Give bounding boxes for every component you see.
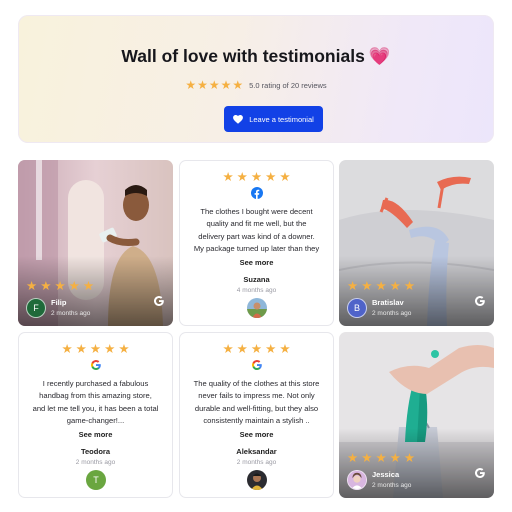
page-title-text: Wall of love with testimonials (121, 46, 365, 66)
avatar (347, 470, 367, 490)
star-icon: ★ (236, 170, 248, 184)
reviewer-name: Suzana (243, 275, 270, 284)
star-icon: ★ (375, 279, 387, 293)
star-icon: ★ (375, 451, 387, 465)
see-more-link[interactable]: See more (19, 430, 172, 439)
leave-testimonial-label: Leave a testimonial (249, 114, 314, 124)
star-icon: ★ (104, 342, 116, 356)
reviewer-name: Filip (51, 298, 67, 307)
star-icon: ★ (118, 342, 130, 356)
reviewer-name: Teodora (80, 447, 111, 456)
star-icon: ★ (89, 342, 102, 356)
reviewer-info: Jessica 2 months ago (347, 470, 411, 490)
card-stars: ★ ★ ★ ★ ★ (26, 280, 173, 293)
testimonials-hero: Wall of love with testimonials 💗 ★ ★ ★ ★ … (18, 15, 494, 143)
review-time: 4 months ago (236, 287, 277, 294)
star-icon: ★ (185, 78, 197, 92)
star-icon: ★ (389, 451, 401, 465)
star-icon: ★ (250, 342, 263, 356)
rating-stars: ★ ★ ★ ★ ★ (185, 79, 243, 91)
star-icon: ★ (265, 342, 277, 356)
testimonial-card-text[interactable]: ★ ★ ★ ★ ★ I recently purchased a fabulous ha… (18, 332, 173, 498)
star-icon: ★ (403, 451, 416, 465)
star-icon: ★ (347, 279, 359, 293)
rating-summary: 5.0 rating of 20 reviews (249, 80, 327, 90)
card-stars: ★ ★ ★ ★ ★ (347, 452, 494, 465)
avatar: B (347, 298, 367, 318)
star-icon: ★ (389, 279, 401, 293)
testimonial-card-text[interactable]: ★ ★ ★ ★ ★ The quality of the clothes at this… (179, 332, 334, 498)
star-icon: ★ (208, 78, 220, 92)
star-icon: ★ (68, 279, 80, 293)
avatar (247, 298, 267, 318)
heart-icon (233, 114, 244, 124)
star-icon: ★ (361, 451, 373, 465)
review-time: 2 months ago (236, 459, 277, 466)
card-stars: ★ ★ ★ ★ ★ (180, 171, 333, 184)
card-stars: ★ ★ ★ ★ ★ (180, 343, 333, 356)
google-icon (251, 360, 262, 370)
reviewer-name: Bratislav (372, 298, 404, 307)
review-text: I recently purchased a fabulous handbag … (32, 379, 159, 425)
testimonial-card-text[interactable]: ★ ★ ★ ★ ★ The clothes I bought were decent q… (179, 160, 334, 326)
google-icon (153, 296, 164, 306)
star-icon: ★ (250, 170, 263, 184)
star-icon: ★ (403, 279, 416, 293)
reviewer-name: Aleksandar (236, 447, 277, 456)
star-icon: ★ (347, 451, 359, 465)
review-time: 2 months ago (372, 310, 412, 317)
google-icon (474, 468, 485, 478)
heart-emoji: 💗 (368, 46, 391, 66)
star-icon: ★ (222, 170, 234, 184)
avatar: T (86, 470, 106, 490)
star-icon: ★ (220, 78, 232, 92)
avatar (247, 470, 267, 490)
star-icon: ★ (54, 279, 66, 293)
reviewer-info: B Bratislav 2 months ago (347, 298, 411, 318)
avatar-photo (247, 470, 267, 490)
review-text: The quality of the clothes at this store… (193, 379, 320, 425)
see-more-link[interactable]: See more (180, 430, 333, 439)
testimonial-card-photo[interactable]: ★ ★ ★ ★ ★ Jessica 2 months ago (339, 332, 494, 498)
facebook-icon (251, 187, 263, 199)
card-stars: ★ ★ ★ ★ ★ (19, 343, 172, 356)
star-icon: ★ (279, 170, 291, 184)
testimonial-card-photo[interactable]: ★ ★ ★ ★ ★ B Bratislav 2 months ago (339, 160, 494, 326)
star-icon: ★ (232, 78, 244, 92)
avatar: F (26, 298, 46, 318)
google-icon (474, 296, 485, 306)
leave-testimonial-button[interactable]: Leave a testimonial (224, 106, 323, 132)
see-more-link[interactable]: See more (180, 258, 333, 267)
card-stars: ★ ★ ★ ★ ★ (347, 280, 494, 293)
review-time: 2 months ago (372, 482, 412, 489)
google-icon (90, 360, 101, 370)
reviewer-name: Jessica (372, 470, 400, 479)
review-time: 2 months ago (75, 459, 116, 466)
reviewer-info: F Filip 2 months ago (26, 298, 90, 318)
star-icon: ★ (361, 279, 373, 293)
review-text: The clothes I bought were decent quality… (193, 207, 320, 253)
star-icon: ★ (236, 342, 248, 356)
overall-rating: ★ ★ ★ ★ ★ 5.0 rating of 20 reviews (18, 79, 494, 91)
page-title: Wall of love with testimonials 💗 (18, 46, 494, 67)
star-icon: ★ (26, 279, 38, 293)
star-icon: ★ (40, 279, 52, 293)
star-icon: ★ (265, 170, 277, 184)
star-icon: ★ (197, 78, 208, 92)
star-icon: ★ (82, 279, 95, 293)
star-icon: ★ (75, 342, 87, 356)
avatar-photo (348, 471, 366, 489)
testimonial-card-photo[interactable]: ★ ★ ★ ★ ★ F Filip 2 months ago (18, 160, 173, 326)
star-icon: ★ (222, 342, 234, 356)
star-icon: ★ (279, 342, 291, 356)
star-icon: ★ (61, 342, 73, 356)
review-time: 2 months ago (51, 310, 91, 317)
avatar-photo (247, 298, 267, 318)
